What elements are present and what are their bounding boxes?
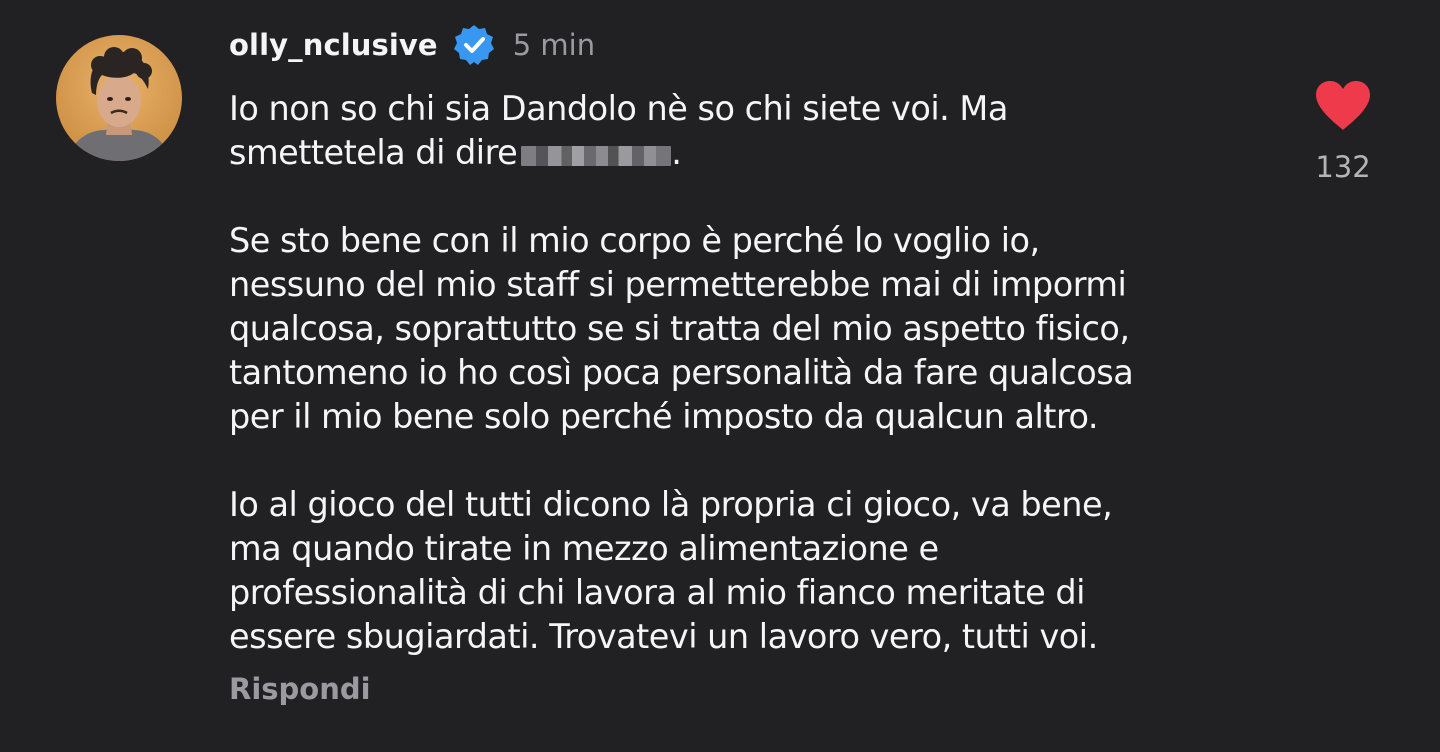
comment-line: tantomeno io ho così poca personalità da… bbox=[229, 353, 1134, 392]
comment-line: professionalità di chi lavora al mio fia… bbox=[229, 573, 1085, 612]
comment-line: Io al gioco del tutti dicono là propria … bbox=[229, 485, 1113, 524]
comment-line: smettetela di dire. bbox=[229, 131, 1289, 175]
comment-line-text: smettetela di dire bbox=[229, 133, 518, 172]
comment-line: qualcosa, soprattutto se si tratta del m… bbox=[229, 309, 1130, 348]
like-button[interactable]: 132 bbox=[1300, 80, 1386, 190]
like-count: 132 bbox=[1315, 150, 1371, 184]
comment-line: per il mio bene solo perché imposto da q… bbox=[229, 397, 1099, 436]
comment-line: Se sto bene con il mio corpo è perché lo… bbox=[229, 221, 1040, 260]
comment-line: essere sbugiardati. Trovatevi un lavoro … bbox=[229, 617, 1098, 656]
comment-line: nessuno del mio staff si permetterebbe m… bbox=[229, 265, 1127, 304]
comment-line-end: . bbox=[671, 133, 682, 172]
comment-time: 5 min bbox=[512, 28, 596, 62]
verified-badge-icon bbox=[451, 22, 497, 68]
comment-paragraph: Io al gioco del tutti dicono là propria … bbox=[229, 483, 1289, 659]
comment-header: olly_nclusive 5 min bbox=[229, 24, 595, 66]
censored-word-pixelated bbox=[521, 146, 672, 166]
comment-body: Io non so chi sia Dandolo nè so chi siet… bbox=[229, 87, 1289, 659]
comment-line: ma quando tirate in mezzo alimentazione … bbox=[229, 529, 939, 568]
comment: olly_nclusive 5 min Io non so chi sia Da… bbox=[0, 0, 1440, 752]
comment-line: Io non so chi sia Dandolo nè so chi siet… bbox=[229, 89, 1008, 128]
comment-paragraph: Io non so chi sia Dandolo nè so chi siet… bbox=[229, 87, 1289, 175]
username[interactable]: olly_nclusive bbox=[229, 28, 438, 62]
reply-button[interactable]: Rispondi bbox=[229, 672, 371, 706]
avatar[interactable] bbox=[56, 35, 182, 161]
heart-icon[interactable] bbox=[1314, 80, 1372, 132]
comment-paragraph: Se sto bene con il mio corpo è perché lo… bbox=[229, 219, 1289, 439]
